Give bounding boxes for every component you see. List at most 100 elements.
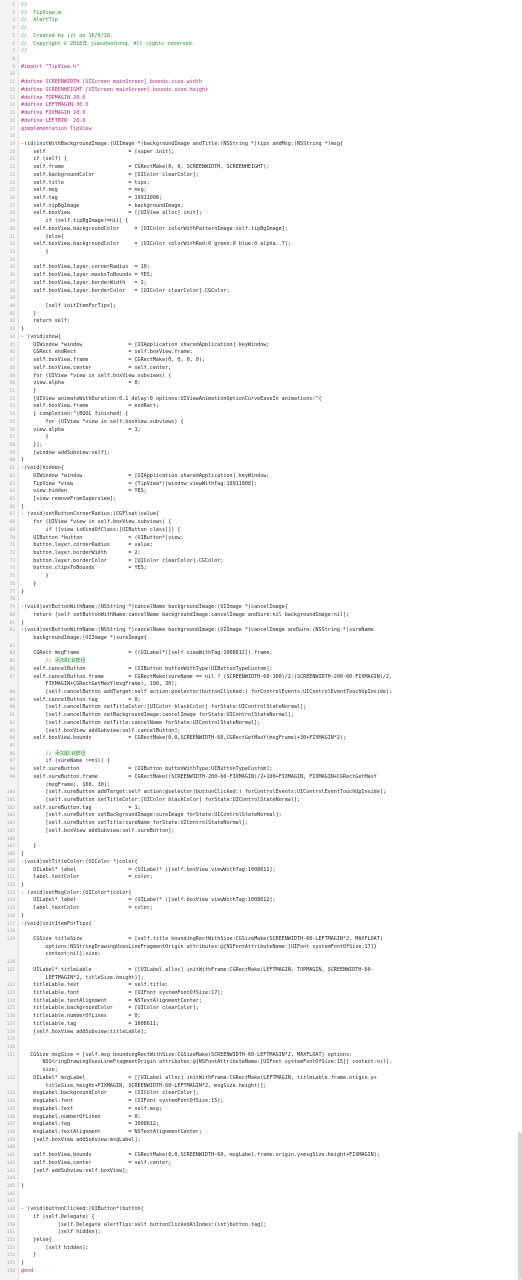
code-text[interactable]: self.boxView.frame = endRect; (21, 403, 159, 411)
code-text[interactable]: button.clipsToBounds = YES; (21, 565, 146, 573)
code-text[interactable]: #define TOPMAGIN 20.0 (21, 95, 85, 103)
code-text[interactable]: UIButton *button = (UIButton*)view; (21, 535, 183, 543)
code-line[interactable]: 6 // Copyright © 2016年 jiaozhenlong. All … (0, 41, 518, 49)
code-text[interactable]: @implementation TipView (21, 126, 92, 134)
code-text[interactable]: UILabel* msgLabel = [[UILabel alloc] ini… (21, 1075, 376, 1083)
code-line[interactable]: 15 #define FIXMAGIN 10.0 (0, 110, 518, 118)
code-line[interactable]: 135 msgLabel.text = self.msg; (0, 1106, 518, 1114)
code-text[interactable]: [self addSubview:self.boxView]; (21, 1168, 128, 1176)
code-line[interactable]: 123 titleLable.font = [UIFont systemFont… (0, 990, 518, 998)
code-line[interactable]: 130 (0, 1044, 518, 1052)
code-line[interactable]: 107 } (0, 843, 518, 851)
code-line[interactable]: 155} (0, 1260, 518, 1268)
code-line[interactable]: 47 self.boxView.frame = CGRectMake(0, 0,… (0, 357, 518, 365)
code-text[interactable]: button.layer.borderWidth = 2; (21, 550, 140, 558)
code-text[interactable]: } (21, 504, 24, 512)
code-text[interactable]: self.boxView.backgroundColor = [UIColor … (21, 226, 288, 234)
code-line[interactable]: 10 (0, 71, 518, 79)
code-text[interactable]: } (21, 326, 24, 334)
code-line[interactable]: 70 UIButton *button = (UIButton*)view; (0, 535, 518, 543)
code-text[interactable]: size; (21, 1067, 57, 1075)
code-line[interactable]: 59 [window addSubview:self]; (0, 450, 518, 458)
code-text[interactable]: // (21, 48, 27, 56)
code-text[interactable]: [self.sureButton setBackgroundImage:sure… (21, 812, 282, 820)
code-text[interactable]: [self.sureButton addTarget:self action:@… (21, 789, 386, 797)
code-line[interactable]: 120 (0, 959, 518, 967)
code-text[interactable]: } (21, 913, 24, 921)
code-line[interactable]: 16 #define LEFTBTN 20.0 (0, 118, 518, 126)
code-line[interactable]: LEFTMAGIN*2, titleSize.height)]; (0, 975, 518, 983)
code-text[interactable]: } (21, 388, 36, 396)
code-editor[interactable]: 1 // 2 // TipView.m 3 // AlertTip 4 // 5 // Creat… (0, 0, 522, 1280)
code-line[interactable]: 127 titleLable.tag = 1008611; (0, 1021, 518, 1029)
code-text[interactable]: self.boxView.layer.masksToBounds = YES; (21, 272, 153, 280)
code-line[interactable]: 65 [view removeFromSuperview]; (0, 496, 518, 504)
code-line[interactable]: 139 [self.boxView addSubview:msgLabel]; (0, 1137, 518, 1145)
code-text[interactable]: self.boxView.layer.borderColor = [UIColo… (21, 288, 229, 296)
code-line[interactable]: 99 self.sureButton.frame = CGRectMake((S… (0, 774, 518, 782)
code-line[interactable]: 115 label.textColor = color; (0, 905, 518, 913)
code-line[interactable]: 146 (0, 1191, 518, 1199)
code-line[interactable]: 71 button.layer.cornerRadius = value; (0, 542, 518, 550)
code-line[interactable]: 75 } (0, 573, 518, 581)
code-line[interactable]: 66} (0, 504, 518, 512)
code-line[interactable]: NSStringDrawingUsesLineFragmentOrigin at… (0, 1059, 518, 1067)
code-line[interactable]: 46 CGRect endRect = self.boxView.frame; (0, 349, 518, 357)
code-text[interactable]: #define LEFTBTN 20.0 (21, 118, 85, 126)
code-line[interactable]: 103 [self.sureButton setBackgroundImage:… (0, 812, 518, 820)
code-text[interactable]: button.layer.borderColor = [UIColor clea… (21, 558, 223, 566)
code-line[interactable]: 108} (0, 851, 518, 859)
code-text[interactable]: for (UIView *view in self.boxView.subvie… (21, 373, 171, 381)
code-line[interactable]: 40 [self initItemForTips]; (0, 303, 518, 311)
code-text[interactable]: [self.sureButton setTitleColor:[UIColor … (21, 797, 301, 805)
code-line[interactable]: 1 // (0, 2, 518, 10)
code-line[interactable]: 63 TipView *view = (TipView*)[window vie… (0, 481, 518, 489)
code-text[interactable]: titleLable.backgroundColor = [UIColor cl… (21, 1005, 199, 1013)
code-text[interactable]: self.tipBgImage = backgroundImage; (21, 203, 183, 211)
code-line[interactable]: 151 [self hidden]; (0, 1229, 518, 1237)
code-text[interactable]: self.boxView.backgroundColor = [UIColor … (21, 241, 291, 249)
code-line[interactable]: 60} (0, 457, 518, 465)
code-text[interactable]: } (21, 573, 49, 581)
scrollbar[interactable] (518, 1132, 522, 1280)
code-line[interactable]: 11 #define SCREENWIDTH [UIScreen mainScre… (0, 79, 518, 87)
code-line[interactable]: 73 button.layer.borderColor = [UIColor c… (0, 558, 518, 566)
code-text[interactable]: } (21, 581, 36, 589)
code-line[interactable]: 111 label.textColor = color; (0, 874, 518, 882)
code-text[interactable]: context:nil].size; (21, 951, 101, 959)
code-line[interactable]: 39 (0, 295, 518, 303)
code-line[interactable]: 109 -(void)setTitleColor:(UIColor *)color… (0, 859, 518, 867)
code-line[interactable]: 12 #define SCREENHEIGHT [UIScreen mainScr… (0, 87, 518, 95)
code-text[interactable]: LEFTMAGIN*2, titleSize.height)]; (21, 975, 144, 983)
code-line[interactable]: 122 titleLable.text = self.title; (0, 982, 518, 990)
code-line[interactable]: 89 self.cancelButton.tag = 0; (0, 697, 518, 705)
code-line[interactable]: 9 #import "TipView.h" (0, 64, 518, 72)
code-text[interactable]: self.sureButton = [UIButton buttonWithTy… (21, 766, 272, 774)
code-text[interactable]: } (21, 620, 24, 628)
code-line[interactable]: 68 for (UIView *view in self.boxView.sub… (0, 519, 518, 527)
code-text[interactable]: } (21, 1183, 24, 1191)
code-line[interactable]: 112} (0, 882, 518, 890)
code-text[interactable]: titleLable.numberOfLines = 0; (21, 1013, 140, 1021)
code-line[interactable]: 35 self.boxView.layer.cornerRadius = 10; (0, 264, 518, 272)
code-line[interactable]: 23 self.backgroundColor = [UIColor clear… (0, 172, 518, 180)
code-text[interactable]: }]; (21, 442, 42, 450)
code-text[interactable]: - (void)show{ (21, 334, 61, 342)
code-text[interactable]: }else{ (21, 234, 64, 242)
code-text[interactable]: view.alpha = 0; (21, 380, 140, 388)
code-text[interactable]: titleSize.height+FIXMAGIN, SCREENWIDTH-6… (21, 1083, 267, 1091)
code-line[interactable]: 29 if (self.tipBgImage!=nil) { (0, 218, 518, 226)
code-line[interactable]: 133 msgLabel.backgroundColor = [UIColor … (0, 1090, 518, 1098)
code-text[interactable]: // (21, 25, 27, 33)
code-text[interactable]: msgLabel.textAlignment = NSTextAlignment… (21, 1129, 202, 1137)
code-line[interactable]: 8 (0, 56, 518, 64)
code-line[interactable]: 116} (0, 913, 518, 921)
code-text[interactable]: // TipView.m (21, 10, 61, 18)
code-text[interactable]: self.tag = 19911008; (21, 195, 162, 203)
code-line[interactable]: 121 UILabel* titleLable = [[UILabel allo… (0, 967, 518, 975)
code-line[interactable]: 140 (0, 1144, 518, 1152)
code-line[interactable]: 22 self.frame = CGRectMake(0, 0, SCREENW… (0, 164, 518, 172)
code-text[interactable]: if (sureName !=nil) { (21, 758, 110, 766)
code-text[interactable]: CGSize msgSize = [self.msg boundingRectW… (21, 1052, 352, 1060)
code-line[interactable]: 86 self.cancelButton = [UIButton buttonW… (0, 666, 518, 674)
